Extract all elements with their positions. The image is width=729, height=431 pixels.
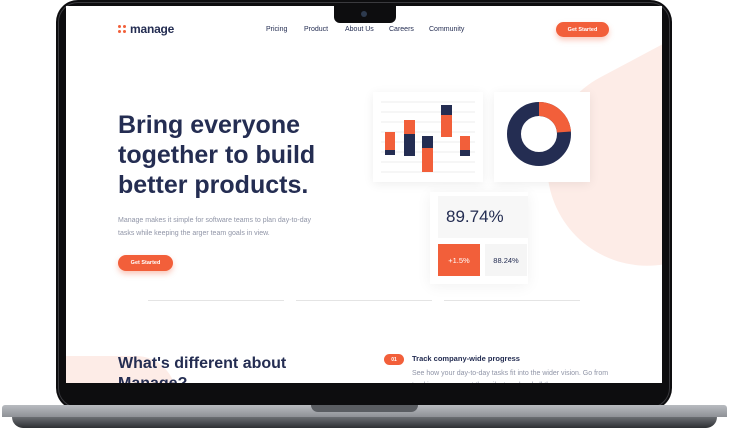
main-stat-value: 89.74% (446, 207, 504, 226)
logo-text: manage (130, 22, 175, 36)
laptop-hinge (311, 405, 418, 412)
change-stat-panel: +1.5% (438, 244, 480, 276)
camera-icon (361, 11, 367, 17)
feature-number-badge: 01 (384, 354, 404, 365)
nav-item-pricing[interactable]: Pricing (266, 26, 287, 33)
card-edge (148, 300, 284, 301)
feature-description: See how your day-to-day tasks fit into t… (412, 370, 609, 383)
nav-item-careers[interactable]: Careers (389, 26, 414, 33)
hero-description: Manage makes it simple for software team… (118, 217, 311, 237)
nav-item-product[interactable]: Product (304, 26, 328, 33)
bar-chart-card (373, 92, 483, 182)
logo[interactable]: manage (118, 22, 174, 36)
header-get-started-button[interactable]: Get Started (556, 22, 609, 37)
change-stat-value: +1.5% (448, 255, 470, 265)
laptop-base-bottom (12, 417, 717, 428)
feature-title: Track company-wide progress (412, 354, 520, 363)
card-edge (444, 300, 580, 301)
bar-chart-illustration (381, 101, 475, 173)
donut-chart-card (494, 92, 590, 182)
nav-item-community[interactable]: Community (429, 26, 464, 33)
hero-title: Bring everyone together to build better … (118, 111, 316, 199)
logo-icon (118, 25, 126, 33)
features-section-title: What's different about Manage? (118, 355, 287, 383)
stats-card: 89.74% +1.5% 88.24% (430, 192, 528, 284)
secondary-stat-value: 88.24% (493, 255, 519, 265)
donut-chart-illustration (507, 101, 571, 166)
main-stat-panel: 89.74% (438, 196, 528, 238)
secondary-stat-panel: 88.24% (485, 244, 527, 276)
nav-item-about-us[interactable]: About Us (345, 26, 374, 33)
screen: manage Pricing Product About Us Careers … (66, 6, 662, 383)
card-edge (296, 300, 432, 301)
hero-get-started-button[interactable]: Get Started (118, 255, 173, 271)
